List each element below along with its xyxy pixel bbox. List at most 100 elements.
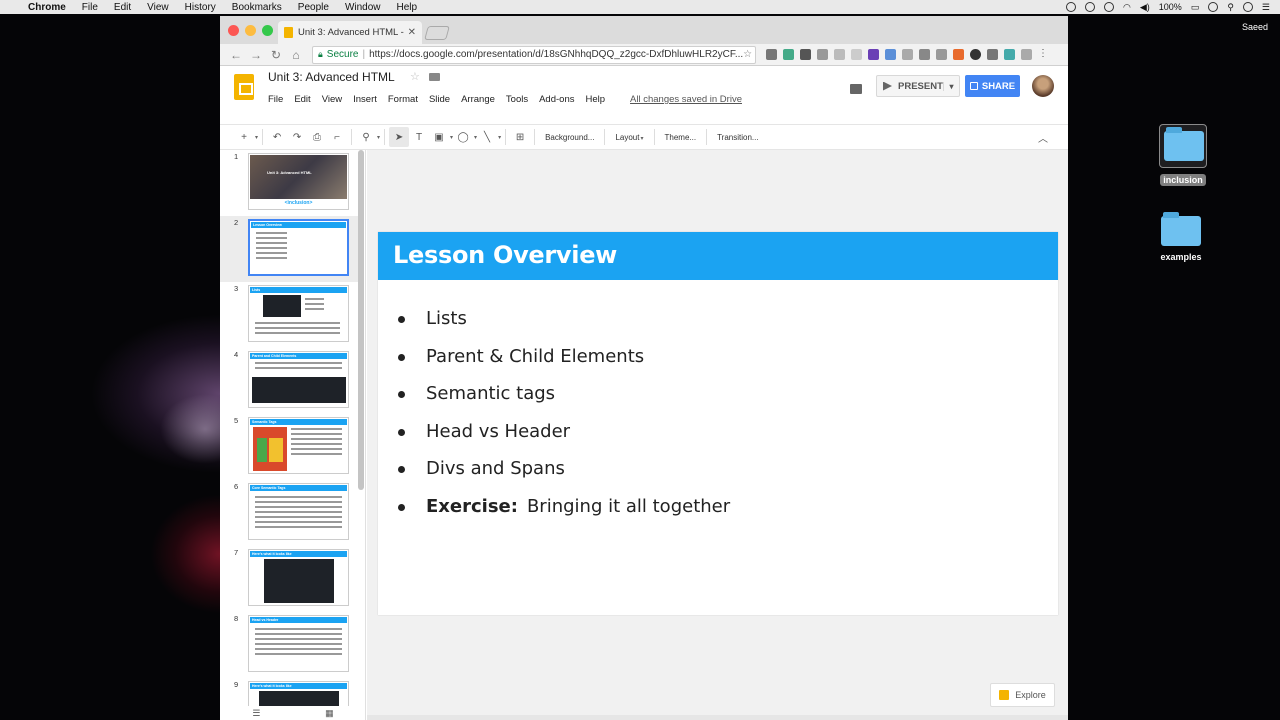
slide-thumbnail[interactable]: Semantic Tags [248,417,349,474]
slide-thumbnail[interactable]: Unit 3: Advanced HTML <inclusion> [248,153,349,210]
menu-file[interactable]: File [268,94,283,105]
extension-icon[interactable] [885,49,896,60]
close-tab-icon[interactable]: ✕ [408,27,416,38]
menu-help[interactable]: Help [585,94,605,105]
slides-logo-icon[interactable] [234,74,254,100]
slide-thumbnail[interactable]: Lesson Overview [248,219,349,276]
bluetooth-icon[interactable] [1104,2,1114,12]
cloud-icon[interactable] [1085,2,1095,12]
explore-button[interactable]: Explore [990,683,1055,707]
chrome-menu-icon[interactable]: ⋮ [1038,49,1049,60]
grid-view-icon[interactable]: ▦ [325,708,334,719]
extension-icon[interactable] [970,49,981,60]
menubar-item[interactable]: Bookmarks [232,2,282,13]
extension-icon[interactable] [953,49,964,60]
menu-insert[interactable]: Insert [353,94,377,105]
menubar-item[interactable]: View [147,2,169,13]
slide-thumbnail[interactable]: Head vs Header [248,615,349,672]
current-slide[interactable]: Lesson Overview Lists Parent & Child Ele… [378,232,1058,615]
slide-canvas-area[interactable]: Lesson Overview Lists Parent & Child Ele… [367,150,1068,720]
menu-edit[interactable]: Edit [294,94,310,105]
siri-icon[interactable] [1242,2,1253,12]
url-input[interactable]: 🔒︎ Secure | https://docs.google.com/pres… [312,45,756,64]
transition-button[interactable]: Transition... [711,133,765,142]
layout-button[interactable]: Layout▾ [609,133,649,142]
select-cursor-icon[interactable]: ➤ [389,127,410,147]
extension-icon[interactable] [987,49,998,60]
extension-icon[interactable] [1004,49,1015,60]
star-icon[interactable]: ☆ [410,70,420,83]
notification-center-icon[interactable]: ☰ [1262,2,1270,13]
slide-filmstrip[interactable]: 1 Unit 3: Advanced HTML <inclusion> 2 Le… [220,150,366,720]
filmstrip-scrollbar[interactable] [358,150,364,490]
extension-icon[interactable] [1021,49,1032,60]
zoom-window-button[interactable] [262,25,273,36]
slide-thumbnail-row[interactable]: 5 Semantic Tags [220,414,360,480]
background-button[interactable]: Background... [539,133,600,142]
desktop-folder-inclusion[interactable]: inclusion [1153,124,1213,188]
slide-thumbnail-row[interactable]: 2 Lesson Overview [220,216,360,296]
present-dropdown-icon[interactable]: ▾ [943,81,959,91]
paint-format-icon[interactable]: ⌐ [327,127,347,147]
new-tab-button[interactable] [424,26,450,40]
save-status[interactable]: All changes saved in Drive [630,94,742,105]
battery-level[interactable]: 100% [1159,2,1182,12]
menubar-item[interactable]: Window [345,2,381,13]
extension-icon[interactable] [834,49,845,60]
volume-icon[interactable]: ◀) [1140,2,1150,13]
print-icon[interactable]: ⎙ [307,127,327,147]
menu-tools[interactable]: Tools [506,94,528,105]
minimize-window-button[interactable] [245,25,256,36]
menu-format[interactable]: Format [388,94,418,105]
slide-thumbnail-row[interactable]: 7 Here's what it looks like [220,546,360,612]
avatar[interactable] [1032,75,1054,97]
chevron-down-icon[interactable]: ▾ [255,134,258,141]
extension-icon[interactable] [851,49,862,60]
folder-icon[interactable] [429,73,440,81]
shape-icon[interactable]: ◯ [453,127,473,147]
extension-icon[interactable] [868,49,879,60]
clock-icon[interactable] [1208,2,1219,12]
chevron-down-icon[interactable]: ▾ [498,134,501,141]
present-button[interactable]: PRESENT ▾ [876,75,960,97]
slide-thumbnail-row[interactable]: 4 Parent and Child Elements [220,348,360,414]
filmstrip-view-icon[interactable]: ☰ [252,708,260,719]
slide-thumbnail-row[interactable]: 8 Head vs Header [220,612,360,678]
add-comment-icon[interactable]: ⊞ [510,127,530,147]
theme-button[interactable]: Theme... [659,133,703,142]
menu-view[interactable]: View [322,94,342,105]
redo-icon[interactable]: ↷ [287,127,307,147]
speaker-notes-handle[interactable] [367,715,1068,720]
extension-icon[interactable] [919,49,930,60]
slide-thumbnail[interactable]: Parent and Child Elements [248,351,349,408]
spotlight-icon[interactable]: ⚲ [1227,2,1234,13]
browser-tab[interactable]: Unit 3: Advanced HTML - Goo ✕ [278,21,422,44]
status-icon[interactable] [1066,2,1076,12]
extension-icon[interactable] [936,49,947,60]
slide-thumbnail-row[interactable]: 1 Unit 3: Advanced HTML <inclusion> [220,150,360,216]
battery-icon[interactable]: ▭ [1191,2,1200,13]
slide-thumbnail[interactable]: Lists [248,285,349,342]
close-window-button[interactable] [228,25,239,36]
slide-thumbnail[interactable]: Here's what it looks like [248,549,349,606]
document-title[interactable]: Unit 3: Advanced HTML [268,70,395,84]
image-icon[interactable]: ▣ [429,127,449,147]
extension-icon[interactable] [766,49,777,60]
home-icon[interactable]: ⌂ [286,48,306,62]
comments-icon[interactable] [850,84,862,94]
extension-icon[interactable] [902,49,913,60]
slide-title[interactable]: Lesson Overview [393,241,617,269]
menu-slide[interactable]: Slide [429,94,450,105]
menu-arrange[interactable]: Arrange [461,94,495,105]
forward-icon[interactable]: → [246,48,266,62]
slide-thumbnail-row[interactable]: 6 Core Semantic Tags [220,480,360,546]
menu-addons[interactable]: Add-ons [539,94,574,105]
menubar-app-name[interactable]: Chrome [28,2,66,13]
bookmark-star-icon[interactable]: ☆ [743,49,752,60]
slide-bullet-list[interactable]: Lists Parent & Child Elements Semantic t… [398,308,730,533]
back-icon[interactable]: ← [226,48,246,62]
chevron-down-icon[interactable]: ▾ [377,134,380,141]
wifi-icon[interactable]: ◠ [1123,2,1131,13]
slide-thumbnail[interactable]: Core Semantic Tags [248,483,349,540]
menubar-item[interactable]: File [82,2,98,13]
